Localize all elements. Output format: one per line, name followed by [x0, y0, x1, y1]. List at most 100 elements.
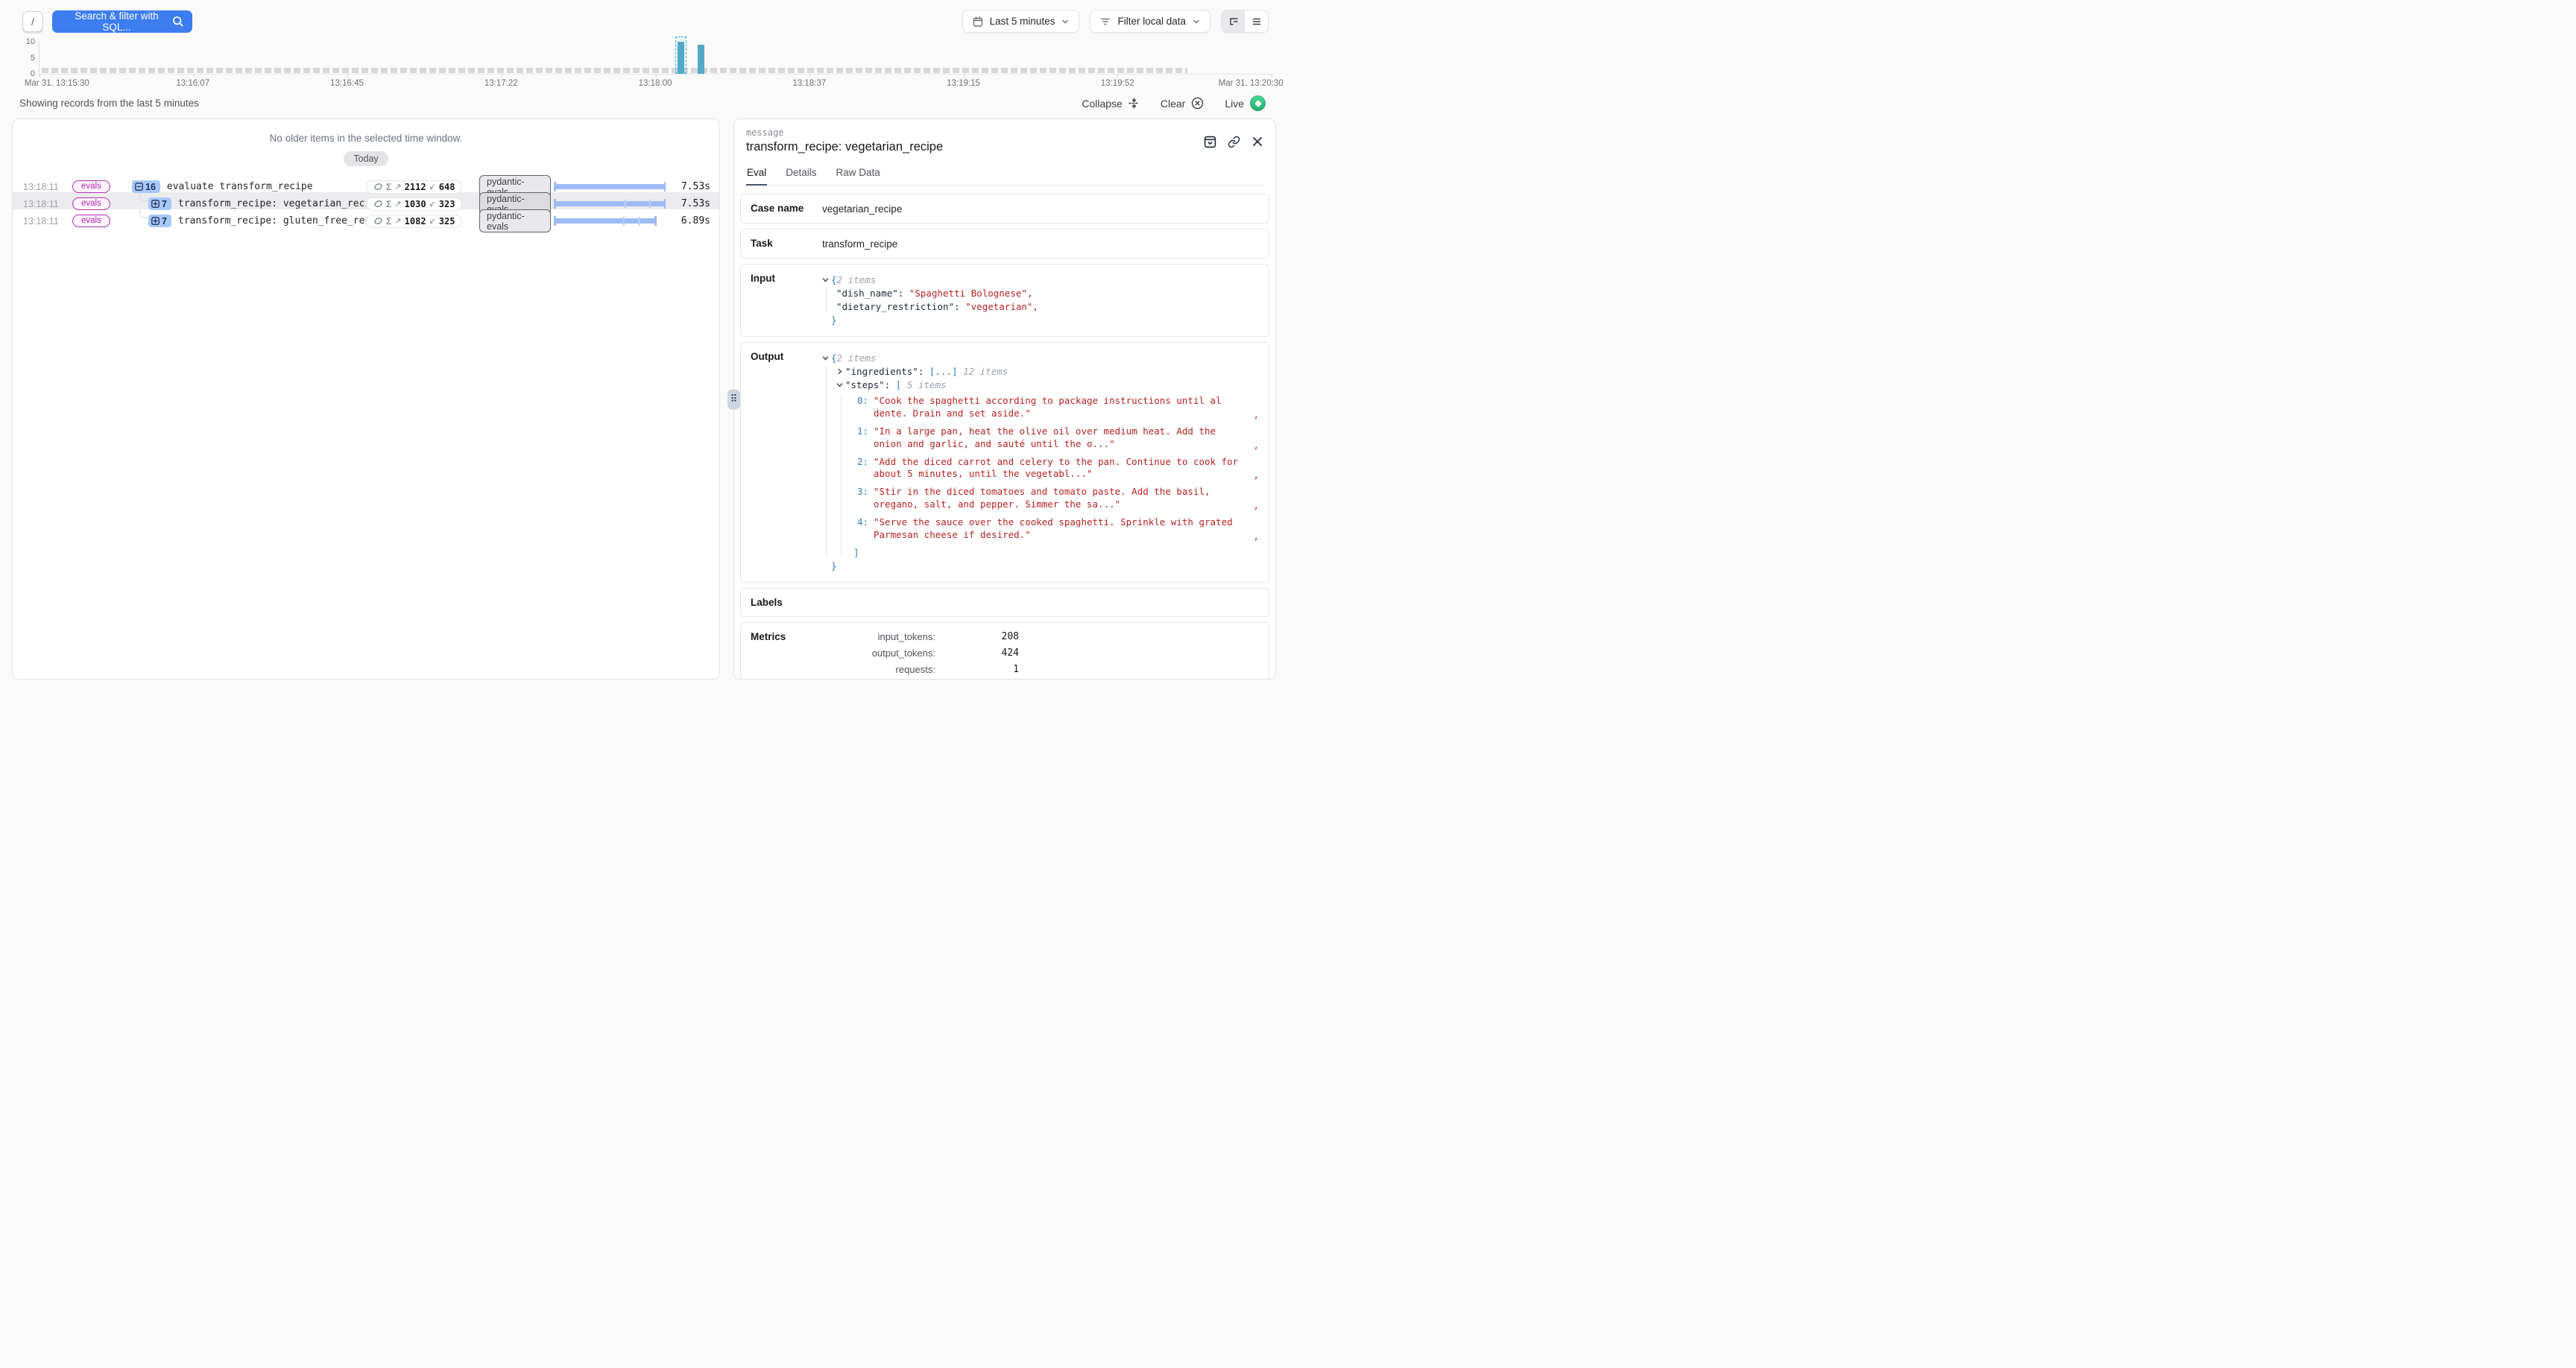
json-array-item: 0: "Cook the spaghetti according to pack… [853, 395, 1259, 420]
chart-plot-area[interactable]: 10 5 0 [39, 42, 1272, 75]
children-count: 7 [162, 216, 167, 227]
output-json-viewer: {2 items "ingredients": [...] 12 items "… [822, 351, 1259, 574]
json-array-item: 1: "In a large pan, heat the olive oil o… [853, 425, 1259, 451]
expand-children-badge[interactable]: 7 [148, 215, 171, 227]
row-timestamp: 13:18:11 [23, 182, 72, 192]
json-key: "ingredients" [845, 366, 918, 377]
copy-link-button[interactable] [1228, 129, 1240, 154]
detail-title: transform_recipe: vegetarian_recipe [746, 140, 943, 154]
json-key: "steps" [845, 379, 885, 390]
json-string-value: "In a large pan, heat the olive oil over… [874, 425, 1248, 451]
square-plus-icon [151, 217, 160, 225]
duration-bar-track [551, 184, 669, 189]
timeline-bar[interactable] [698, 45, 704, 74]
tab-raw-data[interactable]: Raw Data [836, 163, 881, 185]
tree-connector [139, 209, 148, 218]
collapse-node-icon[interactable] [822, 352, 831, 364]
json-index: 2: [853, 456, 868, 481]
token-usage-badge: Σ ↗ 1030 ↙ 323 [366, 197, 462, 211]
children-count: 16 [145, 182, 156, 192]
json-string-value: "Serve the sauce over the cooked spaghet… [874, 516, 1248, 542]
time-range-button[interactable]: Last 5 minutes [962, 10, 1080, 33]
case-name-value: vegetarian_recipe [822, 203, 1259, 215]
trace-row-evaluate-transform-recipe[interactable]: 13:18:11 evals 16 evaluate transform_rec… [13, 175, 719, 192]
timeline-chart[interactable]: 10 5 0 Mar 31. 13:15:30 13:16:07 13:16:4… [16, 37, 1278, 88]
expand-children-badge[interactable]: 7 [148, 197, 171, 210]
metric-key: input_tokens: [822, 631, 935, 642]
square-plus-icon [151, 200, 160, 208]
trace-row-gluten-free-recipe[interactable]: 13:18:11 evals 7 transform_recipe: glute… [13, 209, 719, 227]
square-minus-icon [135, 183, 143, 191]
labels-label: Labels [751, 597, 822, 608]
slash-shortcut-key: / [22, 11, 43, 32]
search-button[interactable]: Search & filter with SQL... [52, 10, 192, 33]
row-timestamp: 13:18:11 [23, 216, 72, 227]
scope-badge: evals [72, 180, 110, 193]
live-toggle-button[interactable]: Live [1225, 95, 1266, 111]
showing-records-text: Showing records from the last 5 minutes [19, 98, 199, 109]
filter-local-data-button[interactable]: Filter local data [1090, 10, 1210, 33]
chevron-down-icon [1061, 18, 1069, 25]
list-view-icon [1251, 16, 1262, 27]
today-day-badge: Today [344, 151, 388, 166]
close-panel-button[interactable] [1251, 129, 1263, 154]
input-label: Input [751, 273, 822, 328]
tab-eval[interactable]: Eval [746, 163, 767, 186]
collapse-children-badge[interactable]: 16 [132, 180, 160, 193]
list-view-button[interactable] [1245, 10, 1268, 32]
collapse-label: Collapse [1082, 98, 1122, 110]
children-count: 7 [162, 199, 167, 209]
collapse-node-icon[interactable] [836, 379, 845, 390]
json-key: "dish_name" [836, 288, 898, 299]
trace-row-vegetarian-recipe[interactable]: 13:18:11 evals 7 transform_recipe: veget… [13, 192, 719, 209]
calendar-icon [973, 16, 983, 27]
duration-bar[interactable] [555, 218, 655, 224]
json-string-value: "Add the diced carrot and celery to the … [874, 456, 1248, 481]
duration-bar[interactable] [555, 201, 664, 206]
scope-badge: evals [72, 215, 110, 227]
expand-node-icon[interactable] [836, 366, 845, 377]
json-close-brace: } [831, 314, 837, 326]
collapse-node-icon[interactable] [822, 274, 831, 285]
json-item-count: 2 items [837, 274, 877, 285]
dock-panel-icon [1204, 136, 1216, 148]
tab-details[interactable]: Details [785, 163, 817, 185]
tokens-in-arrow-icon: ↗ [394, 199, 401, 209]
json-item-count [958, 366, 964, 377]
tokens-out: 325 [439, 216, 455, 227]
json-index: 4: [853, 516, 868, 542]
tokens-out: 323 [439, 199, 455, 209]
json-collapsed-array[interactable]: [...] [929, 366, 958, 377]
span-marker [639, 217, 640, 226]
metric-key: output_tokens: [822, 647, 935, 659]
dock-panel-button[interactable] [1204, 129, 1216, 154]
time-range-label: Last 5 minutes [990, 16, 1055, 27]
timeline-bar-selected[interactable] [678, 42, 684, 74]
clear-circle-x-icon [1191, 97, 1204, 110]
metric-value: 208 [935, 631, 1019, 642]
collapse-button[interactable]: Collapse [1082, 98, 1139, 110]
clear-button[interactable]: Clear [1161, 97, 1204, 110]
duration-bar[interactable] [555, 184, 664, 189]
case-name-label: Case name [751, 203, 822, 215]
json-array-item: 3: "Stir in the diced tomatoes and tomat… [853, 486, 1259, 511]
input-json-viewer: {2 items "dish_name": "Spaghetti Bologne… [822, 273, 1259, 328]
tokens-out: 648 [439, 182, 455, 192]
duration-bar-track [551, 218, 669, 224]
json-string-value: "Stir in the diced tomatoes and tomato p… [874, 486, 1248, 511]
filter-icon [1100, 16, 1111, 27]
span-name: transform_recipe: vegetarian_recipe [178, 198, 366, 209]
app-root: / Search & filter with SQL... Last 5 min… [0, 0, 1288, 684]
json-array-item: 2: "Add the diced carrot and celery to t… [853, 456, 1259, 481]
task-value: transform_recipe [822, 238, 1259, 250]
json-open-brace: { [831, 274, 837, 285]
tree-view-button[interactable] [1222, 10, 1245, 32]
chevron-down-icon [1193, 18, 1200, 25]
scope-badge: evals [72, 197, 110, 210]
metric-value: 1 [935, 664, 1019, 675]
task-section: Task transform_recipe [740, 229, 1269, 259]
y-axis-label: 10 [17, 37, 35, 46]
sigma-icon: Σ [386, 182, 391, 192]
panel-resize-handle[interactable]: ⠿ [727, 389, 740, 409]
tokens-out-arrow-icon: ↙ [429, 216, 436, 226]
